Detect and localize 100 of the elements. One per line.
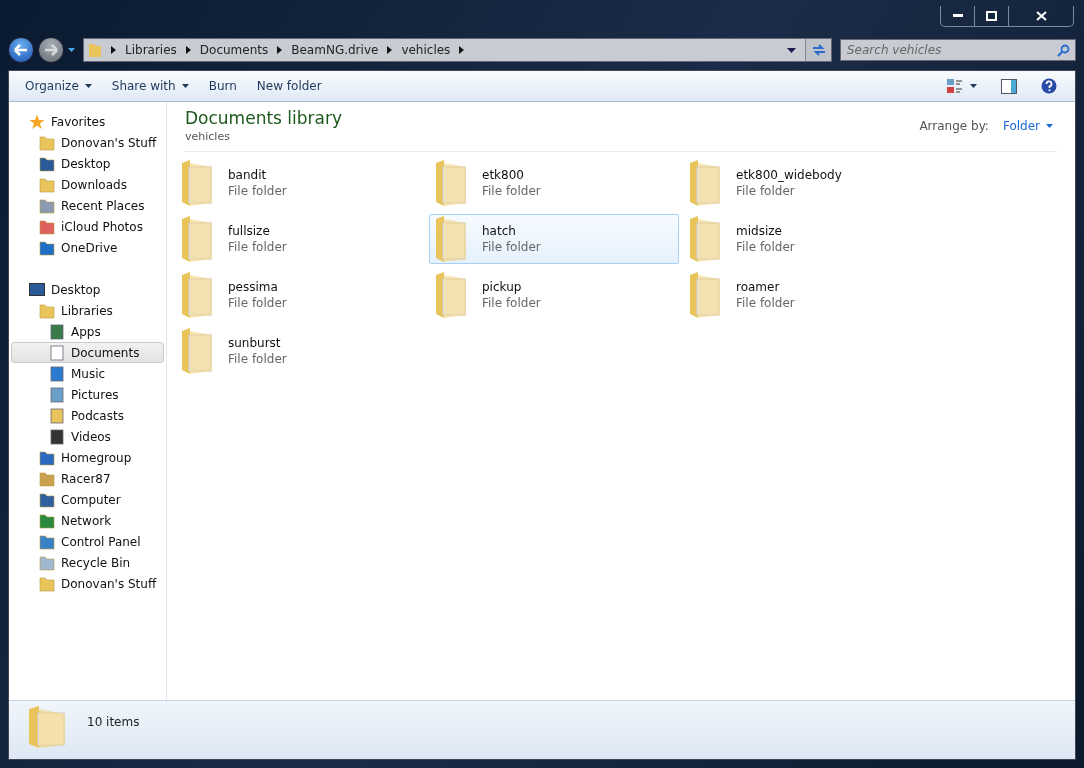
forward-button[interactable] — [38, 37, 64, 63]
chevron-icon[interactable] — [277, 46, 283, 54]
folder-name: pessima — [228, 280, 279, 294]
folder-name: sunburst — [228, 336, 282, 350]
sidebar-item[interactable]: Favorites — [9, 111, 166, 132]
folder-name: fullsize — [228, 224, 271, 238]
folder-tile[interactable]: bandit File folder — [175, 158, 425, 208]
folder-name: etk800_widebody — [736, 168, 842, 182]
refresh-arrows-icon — [810, 43, 827, 57]
folder-type: File folder — [482, 184, 541, 198]
library-item-icon — [49, 365, 65, 382]
folder-icon — [39, 449, 55, 466]
sidebar-item[interactable]: Videos — [9, 426, 166, 447]
folder-tile[interactable]: etk800 File folder — [429, 158, 679, 208]
folder-icon — [39, 302, 55, 319]
folder-type: File folder — [228, 296, 287, 310]
folder-icon — [180, 159, 214, 207]
search-field[interactable]: Search vehicles — [840, 39, 1076, 61]
breadcrumb[interactable]: Documents — [199, 43, 269, 57]
sidebar-item[interactable]: Desktop — [9, 153, 166, 174]
sidebar-item[interactable]: Libraries — [9, 300, 166, 321]
toolbar-button[interactable]: Organize — [17, 75, 100, 97]
chevron-icon[interactable] — [185, 46, 191, 54]
sidebar-item[interactable]: Computer — [9, 489, 166, 510]
folder-tile[interactable]: roamer File folder — [683, 270, 933, 320]
sidebar-item[interactable]: Documents — [11, 342, 164, 363]
maximize-icon — [986, 11, 997, 21]
close-icon — [1035, 11, 1047, 21]
chevron-icon[interactable] — [387, 46, 393, 54]
folder-type: File folder — [482, 240, 541, 254]
folder-type: File folder — [228, 352, 287, 366]
sidebar-item[interactable]: Apps — [9, 321, 166, 342]
sidebar-item[interactable]: Racer87 — [9, 468, 166, 489]
library-item-icon — [49, 407, 65, 424]
folder-name: roamer — [736, 280, 781, 294]
folder-icon — [39, 491, 55, 508]
folder-icon — [39, 470, 55, 487]
folder-icon — [180, 327, 214, 375]
right-arrow-icon — [44, 44, 58, 56]
sidebar-item[interactable]: Desktop — [9, 279, 166, 300]
folder-name: bandit — [228, 168, 268, 182]
folder-icon — [39, 218, 55, 235]
monitor-icon — [29, 282, 45, 297]
folder-icon — [39, 533, 55, 550]
breadcrumb[interactable]: BeamNG.drive — [291, 43, 379, 57]
folder-tile[interactable]: hatch File folder — [429, 214, 679, 264]
folder-tile[interactable]: midsize File folder — [683, 214, 933, 264]
folder-tile[interactable]: fullsize File folder — [175, 214, 425, 264]
caret-icon — [1046, 123, 1053, 128]
folder-type: File folder — [482, 296, 541, 310]
folder-tile[interactable]: sunburst File folder — [175, 326, 425, 376]
library-item-icon — [49, 386, 65, 403]
address-bar[interactable]: Libraries Documents BeamNG.drive vehicles — [83, 38, 832, 62]
caret-icon[interactable] — [68, 48, 75, 52]
sidebar-item[interactable]: Donovan's Stuff — [9, 573, 166, 594]
sidebar-item[interactable]: Network — [9, 510, 166, 531]
breadcrumb[interactable]: vehicles — [401, 43, 451, 57]
sidebar-item[interactable]: Donovan's Stuff — [9, 132, 166, 153]
back-button[interactable] — [8, 37, 34, 63]
help-icon — [1041, 78, 1057, 94]
sidebar-item[interactable]: Homegroup — [9, 447, 166, 468]
folder-name: pickup — [482, 280, 523, 294]
search-icon — [1057, 44, 1070, 57]
toolbar-button[interactable]: Burn — [200, 75, 245, 97]
chevron-icon[interactable] — [111, 46, 116, 54]
sidebar-item[interactable]: Music — [9, 363, 166, 384]
caret-icon[interactable] — [787, 47, 796, 53]
toolbar-button[interactable]: Share with — [103, 75, 197, 97]
library-item-icon — [49, 344, 65, 361]
folder-tile[interactable]: etk800_widebody File folder — [683, 158, 933, 208]
folder-icon — [180, 271, 214, 319]
folder-icon — [434, 215, 468, 263]
arrange-by-dropdown[interactable]: Folder — [998, 118, 1057, 133]
folder-tile[interactable]: pessima File folder — [175, 270, 425, 320]
chevron-icon[interactable] — [459, 46, 465, 54]
minimize-icon — [952, 14, 963, 18]
folder-type: File folder — [736, 184, 796, 198]
folder-type: File folder — [736, 240, 795, 254]
caret-icon — [181, 84, 189, 88]
left-arrow-icon — [14, 44, 28, 56]
sidebar-item[interactable]: iCloud Photos — [9, 216, 166, 237]
folder-icon — [39, 575, 55, 592]
library-title: Documents library — [185, 108, 343, 128]
sidebar-item[interactable]: Downloads — [9, 174, 166, 195]
folder-type: File folder — [228, 240, 287, 254]
toolbar-button[interactable]: New folder — [248, 75, 330, 97]
sidebar-item[interactable]: Podcasts — [9, 405, 166, 426]
folder-type: File folder — [228, 184, 287, 198]
folder-icon — [39, 239, 55, 256]
sidebar-item[interactable]: Pictures — [9, 384, 166, 405]
sidebar-item[interactable]: Recent Places — [9, 195, 166, 216]
folder-icon — [39, 134, 55, 151]
folder-name: hatch — [482, 224, 517, 238]
breadcrumb[interactable]: Libraries — [125, 43, 177, 57]
folder-tile[interactable]: pickup File folder — [429, 270, 679, 320]
sidebar-item[interactable]: OneDrive — [9, 237, 166, 258]
sidebar-item[interactable]: Recycle Bin — [9, 552, 166, 573]
folder-icon — [39, 554, 55, 571]
sidebar-item[interactable]: Control Panel — [9, 531, 166, 552]
refresh-button[interactable] — [805, 39, 831, 61]
